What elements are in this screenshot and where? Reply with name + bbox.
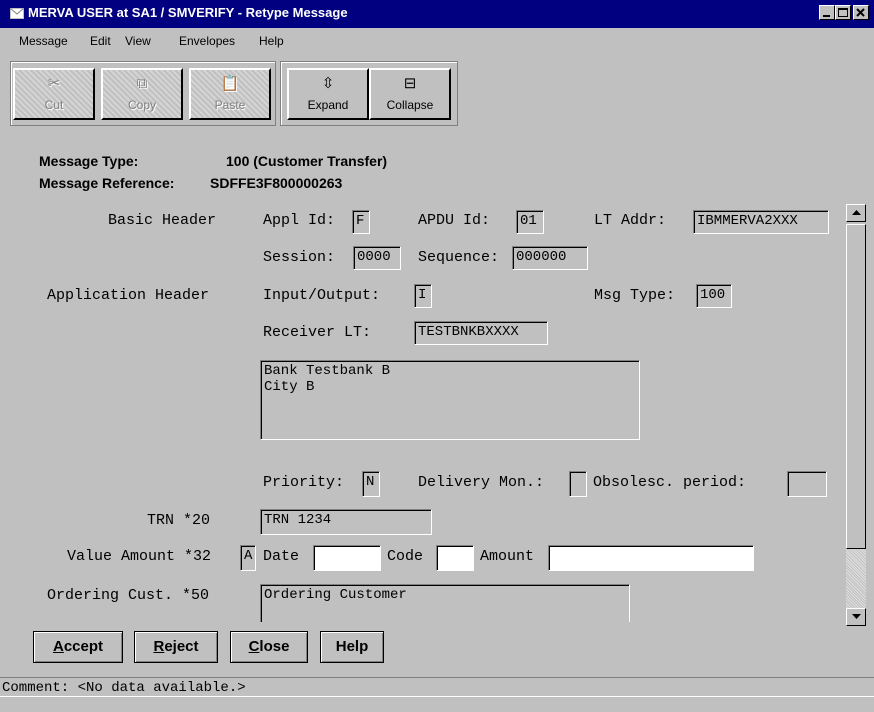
code-label: Code — [387, 548, 424, 565]
priority-field[interactable]: N — [362, 471, 380, 497]
close-button[interactable]: Close — [230, 631, 308, 663]
cut-label: Cut — [44, 98, 64, 112]
expand-arrow-icon: ⇳ — [321, 75, 335, 92]
reject-label: eject — [164, 638, 199, 655]
appl-id-label: Appl Id: — [263, 212, 336, 229]
delivery-monitoring-label: Delivery Mon.: — [418, 474, 545, 491]
obsolescence-period-field[interactable] — [787, 471, 827, 497]
msg-type-field[interactable]: 100 — [696, 284, 732, 308]
date-label: Date — [263, 548, 300, 565]
scroll-thumb[interactable] — [846, 224, 866, 549]
close-window-button[interactable] — [853, 5, 869, 20]
paste-label: Paste — [214, 98, 246, 112]
collapse-label: Collapse — [386, 98, 434, 112]
help-label: Help — [335, 638, 369, 655]
comment-text: Comment: <No data available.> — [2, 680, 246, 696]
value-amount-label: Value Amount *32 — [67, 548, 212, 565]
code-field[interactable] — [436, 545, 474, 571]
delivery-monitoring-field[interactable] — [569, 471, 587, 497]
scroll-down-button[interactable] — [846, 608, 866, 626]
close-icon — [856, 8, 865, 17]
application-header-label: Application Header — [47, 287, 210, 304]
trn-label: TRN *20 — [147, 512, 211, 529]
priority-label: Priority: — [263, 474, 345, 491]
date-field[interactable] — [313, 545, 381, 571]
ordering-customer-field[interactable]: Ordering Customer — [260, 584, 630, 622]
cut-button[interactable]: ✂ Cut — [13, 68, 95, 120]
expand-button[interactable]: ⇳ Expand — [287, 68, 369, 120]
accept-button[interactable]: Accept — [33, 631, 123, 663]
message-type-value: 100 (Customer Transfer) — [226, 153, 388, 169]
envelope-icon — [10, 8, 24, 19]
trn-field[interactable]: TRN 1234 — [260, 509, 432, 535]
input-output-field[interactable]: I — [414, 284, 432, 308]
maximize-icon — [838, 8, 848, 17]
reject-button[interactable]: Reject — [134, 631, 218, 663]
title-bar[interactable]: MERVA USER at SA1 / SMVERIFY - Retype Me… — [0, 0, 874, 28]
minimize-icon — [823, 15, 830, 17]
message-reference-label: Message Reference: — [39, 175, 175, 191]
paste-icon: 📋 — [220, 75, 240, 92]
paste-button[interactable]: 📋 Paste — [189, 68, 271, 120]
copy-button[interactable]: ⧉ Copy — [101, 68, 183, 120]
message-reference-value: SDFFE3F800000263 — [210, 175, 343, 191]
status-bar: Comment: <No data available.> — [0, 677, 874, 697]
session-field[interactable]: 0000 — [353, 246, 401, 270]
ordering-customer-label: Ordering Cust. *50 — [47, 587, 210, 604]
apdu-id-field[interactable]: 01 — [516, 210, 544, 234]
accept-label: ccept — [63, 638, 104, 655]
vertical-scrollbar[interactable] — [846, 204, 866, 626]
edit-toolbar-group: ✂ Cut ⧉ Copy 📋 Paste — [10, 61, 276, 126]
lt-addr-label: LT Addr: — [594, 212, 667, 229]
scroll-up-button[interactable] — [846, 204, 866, 222]
menu-edit[interactable]: Edit — [90, 34, 111, 48]
receiver-lt-field[interactable]: TESTBNKBXXXX — [414, 321, 548, 345]
collapse-button[interactable]: ⊟ Collapse — [369, 68, 451, 120]
message-form: Basic Header Appl Id: F APDU Id: 01 LT A… — [12, 200, 846, 622]
window-title: MERVA USER at SA1 / SMVERIFY - Retype Me… — [28, 5, 348, 20]
scissors-icon: ✂ — [47, 75, 61, 92]
receiver-address-field[interactable]: Bank Testbank B City B — [260, 360, 640, 440]
minimize-button[interactable] — [819, 5, 835, 20]
menu-message[interactable]: Message — [19, 34, 68, 48]
reject-mnemonic: R — [153, 638, 165, 655]
arrow-up-icon — [852, 210, 861, 215]
copy-label: Copy — [127, 98, 156, 112]
session-label: Session: — [263, 249, 336, 266]
sequence-label: Sequence: — [418, 249, 500, 266]
menu-bar: Message Edit View Envelopes Help — [0, 28, 874, 54]
appl-id-field[interactable]: F — [352, 210, 370, 234]
amount-label: Amount — [480, 548, 535, 565]
menu-help[interactable]: Help — [259, 34, 284, 48]
receiver-lt-label: Receiver LT: — [263, 324, 372, 341]
arrow-down-icon — [852, 614, 861, 619]
input-output-label: Input/Output: — [263, 287, 381, 304]
obsolescence-period-label: Obsolesc. period: — [593, 474, 747, 491]
menu-envelopes[interactable]: Envelopes — [179, 34, 235, 48]
accept-mnemonic: A — [52, 638, 64, 655]
sequence-field[interactable]: 000000 — [512, 246, 588, 270]
message-type-label: Message Type: — [39, 153, 139, 169]
apdu-id-label: APDU Id: — [418, 212, 491, 229]
help-button[interactable]: Help — [320, 631, 384, 663]
lt-addr-field[interactable]: IBMMERVA2XXX — [693, 210, 829, 234]
close-label: lose — [259, 638, 290, 655]
value-amount-option-field[interactable]: A — [240, 545, 256, 571]
window-footer — [0, 697, 874, 712]
expand-label: Expand — [307, 98, 349, 112]
copy-icon: ⧉ — [136, 75, 148, 92]
scroll-track[interactable] — [846, 549, 866, 608]
view-toolbar-group: ⇳ Expand ⊟ Collapse — [280, 61, 458, 126]
amount-field[interactable] — [548, 545, 754, 571]
maximize-button[interactable] — [835, 5, 851, 20]
basic-header-label: Basic Header — [108, 212, 217, 229]
msg-type-label: Msg Type: — [594, 287, 676, 304]
collapse-icon: ⊟ — [403, 75, 417, 92]
menu-view[interactable]: View — [125, 34, 151, 48]
close-mnemonic: C — [248, 638, 260, 655]
